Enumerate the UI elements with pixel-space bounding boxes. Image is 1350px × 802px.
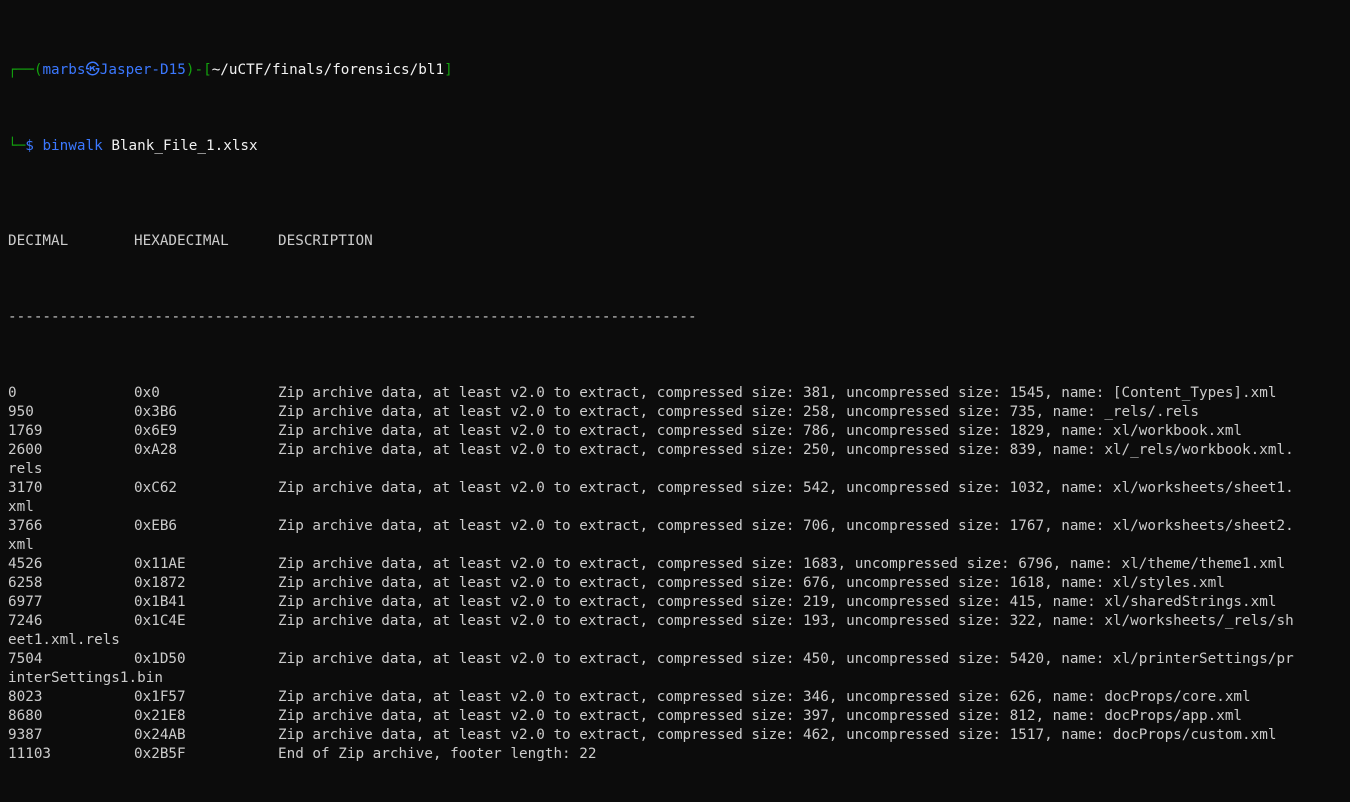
cell-decimal: 8023 bbox=[8, 689, 43, 705]
table-row-wrap: interSettings1.bin bbox=[8, 670, 163, 686]
cell-description: Zip archive data, at least v2.0 to extra… bbox=[278, 404, 1199, 420]
cell-description: Zip archive data, at least v2.0 to extra… bbox=[278, 613, 1294, 629]
prompt-corner-top: ┌── bbox=[8, 62, 34, 78]
table-row: 6258 0x1872 Zip archive data, at least v2.… bbox=[8, 574, 1350, 593]
table-header: DECIMAL HEXADECIMAL DESCRIPTION bbox=[8, 232, 1350, 251]
prompt-bracket-close: ] bbox=[444, 62, 453, 78]
header-hexadecimal: HEXADECIMAL bbox=[134, 233, 229, 249]
cell-hexadecimal: 0xEB6 bbox=[134, 518, 178, 534]
cell-hexadecimal: 0x1C4E bbox=[134, 613, 186, 629]
cell-description: Zip archive data, at least v2.0 to extra… bbox=[278, 651, 1294, 667]
prompt-host: Jasper-D15 bbox=[99, 62, 186, 78]
table-row: 4526 0x11AE Zip archive data, at least v2.… bbox=[8, 555, 1350, 574]
table-row: 1769 0x6E9 Zip archive data, at least v2.0… bbox=[8, 422, 1350, 441]
cell-decimal: 6258 bbox=[8, 575, 43, 591]
cell-decimal: 2600 bbox=[8, 442, 43, 458]
table-row: 2600 0xA28 Zip archive data, at least v2.0… bbox=[8, 441, 1350, 460]
cell-description: Zip archive data, at least v2.0 to extra… bbox=[278, 708, 1243, 724]
cell-description: Zip archive data, at least v2.0 to extra… bbox=[278, 575, 1225, 591]
terminal-window[interactable]: ┌──(marbs㉿Jasper-D15)-[~/uCTF/finals/for… bbox=[0, 0, 1350, 762]
table-row: 9387 0x24AB Zip archive data, at least v2.… bbox=[8, 726, 1350, 745]
table-row: 3766 0xEB6 Zip archive data, at least v2.0… bbox=[8, 517, 1350, 536]
table-row: 6977 0x1B41 Zip archive data, at least v2.… bbox=[8, 593, 1350, 612]
cell-decimal: 4526 bbox=[8, 556, 43, 572]
cell-hexadecimal: 0x1F57 bbox=[134, 689, 186, 705]
table-row: 8680 0x21E8 Zip archive data, at least v2.… bbox=[8, 707, 1350, 726]
table-row-wrap: xml bbox=[8, 499, 34, 515]
table-row-wrap: eet1.xml.rels bbox=[8, 632, 120, 648]
cell-hexadecimal: 0x21E8 bbox=[134, 708, 186, 724]
table-row: 950 0x3B6 Zip archive data, at least v2.0 … bbox=[8, 403, 1350, 422]
table-row: 3170 0xC62 Zip archive data, at least v2.0… bbox=[8, 479, 1350, 498]
cell-decimal: 1769 bbox=[8, 423, 43, 439]
table-row: 11103 0x2B5F End of Zip archive, footer le… bbox=[8, 745, 1350, 764]
cell-hexadecimal: 0x1B41 bbox=[134, 594, 186, 610]
prompt-path: ~/uCTF/finals/forensics/bl1 bbox=[211, 62, 445, 78]
prompt-dash: - bbox=[194, 62, 204, 78]
command-name: binwalk bbox=[42, 138, 103, 154]
prompt-line-top: ┌──(marbs㉿Jasper-D15)-[~/uCTF/finals/for… bbox=[8, 61, 1350, 80]
table-row-wrap: xml bbox=[8, 537, 34, 553]
cell-description: Zip archive data, at least v2.0 to extra… bbox=[278, 480, 1294, 496]
table-row: 8023 0x1F57 Zip archive data, at least v2.… bbox=[8, 688, 1350, 707]
cell-decimal: 950 bbox=[8, 404, 34, 420]
table-body: 0 0x0 Zip archive data, at least v2.0 to e… bbox=[8, 384, 1350, 764]
cell-description: End of Zip archive, footer length: 22 bbox=[278, 746, 597, 762]
cell-decimal: 7504 bbox=[8, 651, 43, 667]
cell-hexadecimal: 0x1D50 bbox=[134, 651, 186, 667]
prompt-at-icon: ㉿ bbox=[85, 62, 100, 78]
cell-decimal: 8680 bbox=[8, 708, 43, 724]
command-argument: Blank_File_1.xlsx bbox=[111, 138, 258, 154]
cell-decimal: 3170 bbox=[8, 480, 43, 496]
cell-decimal: 3766 bbox=[8, 518, 43, 534]
cell-decimal: 11103 bbox=[8, 746, 52, 762]
cell-description: Zip archive data, at least v2.0 to extra… bbox=[278, 442, 1294, 458]
table-row: 0 0x0 Zip archive data, at least v2.0 to e… bbox=[8, 384, 1350, 403]
cell-description: Zip archive data, at least v2.0 to extra… bbox=[278, 556, 1286, 572]
cell-description: Zip archive data, at least v2.0 to extra… bbox=[278, 689, 1251, 705]
cell-description: Zip archive data, at least v2.0 to extra… bbox=[278, 727, 1277, 743]
prompt-user: marbs bbox=[42, 62, 86, 78]
cell-hexadecimal: 0x0 bbox=[134, 385, 160, 401]
table-row: 7246 0x1C4E Zip archive data, at least v2.… bbox=[8, 612, 1350, 631]
header-description: DESCRIPTION bbox=[278, 233, 373, 249]
table-row-wrap: rels bbox=[8, 461, 43, 477]
cell-hexadecimal: 0x11AE bbox=[134, 556, 186, 572]
cell-hexadecimal: 0x3B6 bbox=[134, 404, 178, 420]
prompt-dollar: $ bbox=[25, 138, 34, 154]
cell-decimal: 6977 bbox=[8, 594, 43, 610]
cell-decimal: 0 bbox=[8, 385, 17, 401]
cell-decimal: 9387 bbox=[8, 727, 43, 743]
cell-description: Zip archive data, at least v2.0 to extra… bbox=[278, 385, 1277, 401]
cell-hexadecimal: 0x6E9 bbox=[134, 423, 178, 439]
cell-hexadecimal: 0x24AB bbox=[134, 727, 186, 743]
header-decimal: DECIMAL bbox=[8, 233, 69, 249]
table-separator: ----------------------------------------… bbox=[8, 309, 697, 325]
prompt-line-command[interactable]: └─$ binwalk Blank_File_1.xlsx bbox=[8, 137, 1350, 156]
cell-description: Zip archive data, at least v2.0 to extra… bbox=[278, 518, 1294, 534]
cell-description: Zip archive data, at least v2.0 to extra… bbox=[278, 594, 1277, 610]
cell-decimal: 7246 bbox=[8, 613, 43, 629]
cell-hexadecimal: 0xC62 bbox=[134, 480, 178, 496]
prompt-corner-bottom: └─ bbox=[8, 138, 26, 154]
cell-hexadecimal: 0xA28 bbox=[134, 442, 178, 458]
table-row: 7504 0x1D50 Zip archive data, at least v2.… bbox=[8, 650, 1350, 669]
cell-description: Zip archive data, at least v2.0 to extra… bbox=[278, 423, 1243, 439]
prompt-bracket-open: [ bbox=[203, 62, 212, 78]
cell-hexadecimal: 0x1872 bbox=[134, 575, 186, 591]
cell-hexadecimal: 0x2B5F bbox=[134, 746, 186, 762]
